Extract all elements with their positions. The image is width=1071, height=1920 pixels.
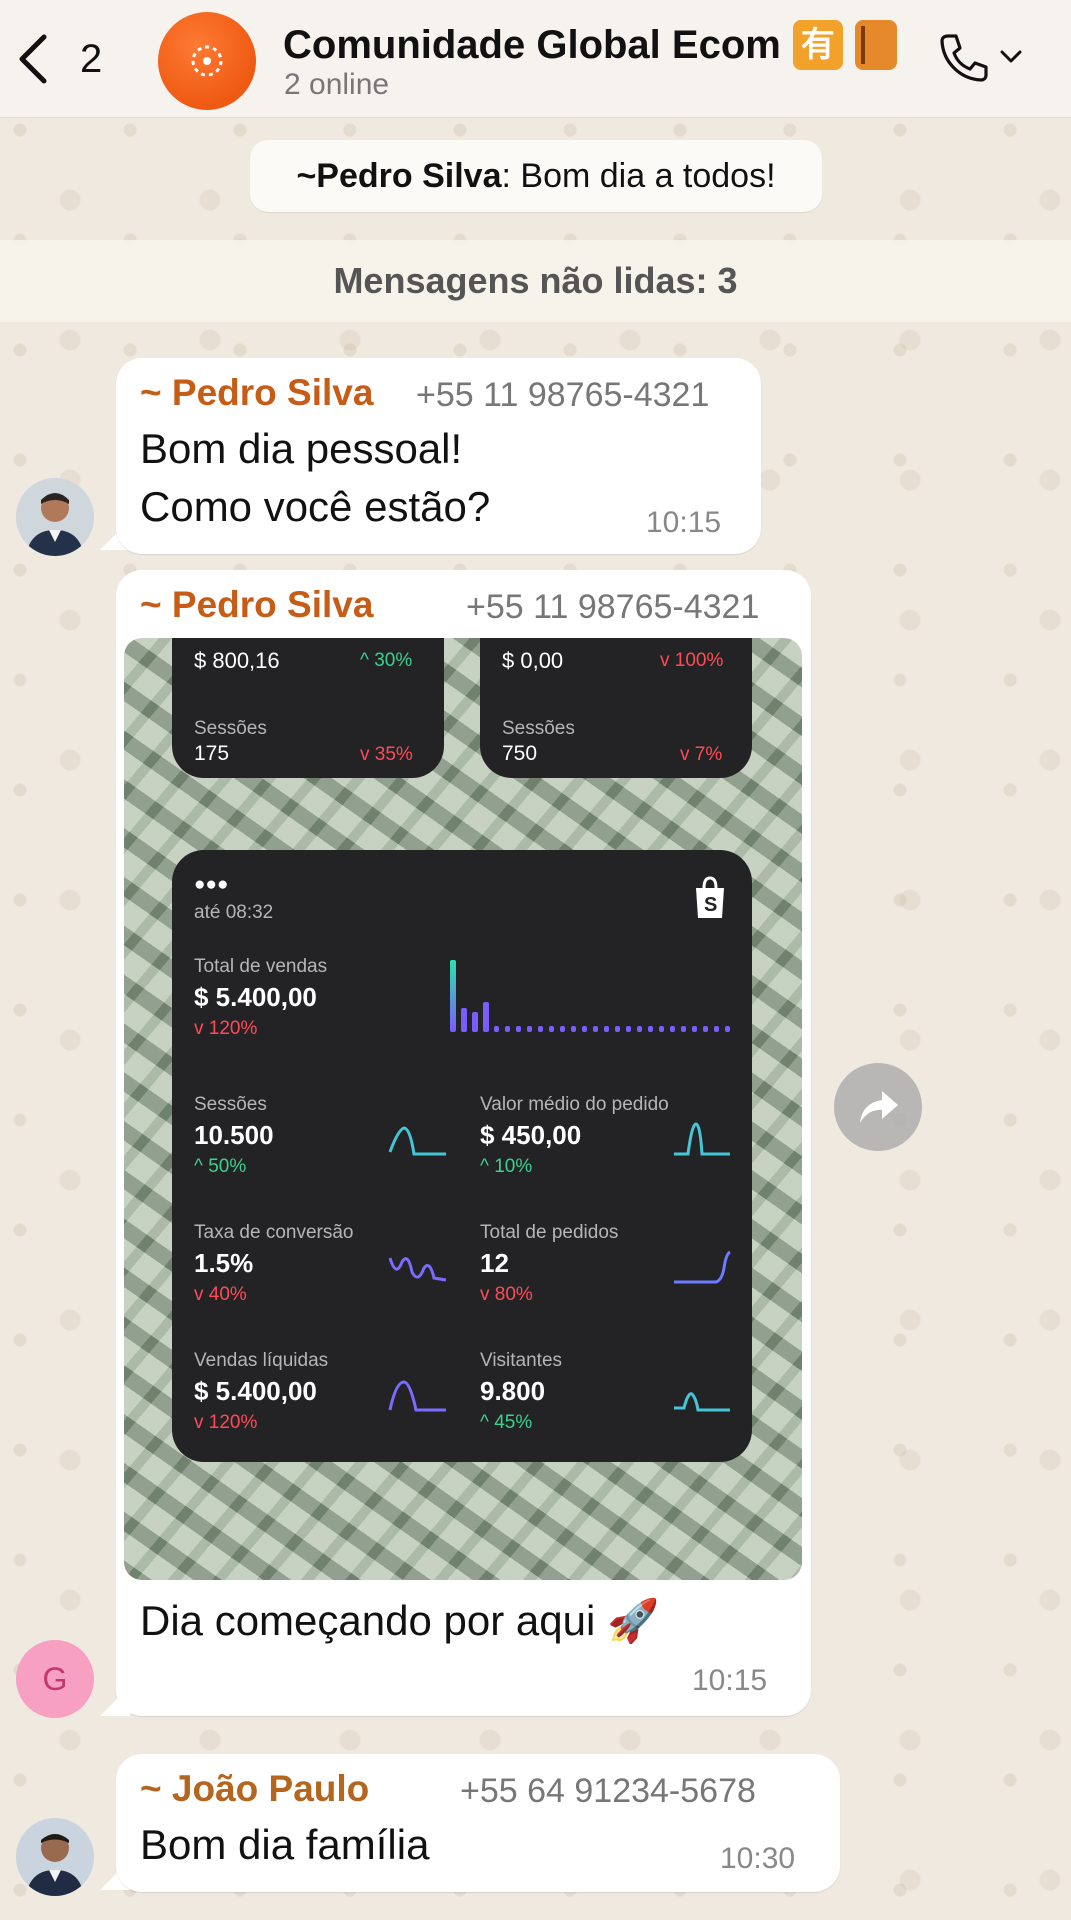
visitors-sparkline	[674, 1392, 730, 1412]
metric-value: 12	[480, 1248, 509, 1278]
metric-label: Total de pedidos	[480, 1222, 619, 1243]
sender-phone: +55 11 98765-4321	[416, 376, 710, 414]
metric-value: 10.500	[194, 1120, 274, 1150]
stats-card: $ 0,00 v 100% Sessões 750 v 7%	[480, 638, 752, 778]
book-emoji-icon	[854, 20, 897, 70]
phone-call-icon[interactable]	[934, 28, 994, 88]
sender-name[interactable]: ~ João Paulo	[140, 1768, 369, 1810]
person-photo-icon	[16, 478, 94, 556]
card-change: v 35%	[360, 744, 413, 765]
metric-label: Total de vendas	[194, 956, 328, 977]
dashboard-time: até 08:32	[194, 902, 274, 923]
sales-bar-chart	[450, 960, 730, 1032]
metric-label: Vendas líquidas	[194, 1350, 329, 1371]
stats-card: $ 800,16 ^ 30% Sessões 175 v 35%	[172, 638, 444, 778]
emoji-badge-icon: 有	[792, 20, 843, 70]
metric-label: Visitantes	[480, 1350, 563, 1371]
avatar[interactable]	[16, 478, 94, 556]
message-bubble[interactable]: ~ João Paulo +55 64 91234-5678 Bom dia f…	[116, 1754, 840, 1892]
metric-value: $ 450,00	[480, 1120, 582, 1150]
metric-value: $ 5.400,00	[194, 982, 317, 1012]
avg-order-sparkline	[674, 1122, 730, 1156]
online-status: 2 online	[284, 68, 390, 101]
sender-phone: +55 11 98765-4321	[466, 588, 760, 626]
message-text: Bom dia família	[140, 1821, 430, 1868]
metric-value: 1.5%	[194, 1248, 254, 1278]
sender-name[interactable]: ~ Pedro Silva	[140, 372, 373, 414]
sender-phone: +55 64 91234-5678	[460, 1772, 756, 1810]
net-sales-sparkline	[388, 1380, 446, 1412]
message-bubble[interactable]: ~ Pedro Silva +55 11 98765-4321 Bom dia …	[116, 358, 761, 554]
forward-button[interactable]	[834, 1063, 922, 1151]
metric-label: Valor médio do pedido	[480, 1094, 669, 1115]
svg-text:S: S	[704, 894, 717, 916]
chat-header: 2 Comunidade Global Ecom 有 2 online	[0, 0, 1071, 118]
shared-image[interactable]: $ 800,16 ^ 30% Sessões 175 v 35% $ 0,00 …	[124, 638, 802, 1580]
forward-arrow-icon	[860, 1091, 898, 1123]
metric-value: 9.800	[480, 1376, 546, 1406]
system-message-author: ~Pedro Silva	[296, 156, 502, 195]
back-button[interactable]: 2	[14, 28, 114, 90]
metric-change: v 40%	[194, 1284, 247, 1305]
system-message-text: : Bom dia a todos!	[501, 156, 776, 195]
metric-change: v 120%	[194, 1412, 258, 1433]
card-label: Sessões	[502, 718, 575, 739]
group-avatar[interactable]	[158, 12, 256, 110]
image-caption: Dia começando por aqui 🚀	[140, 1597, 660, 1644]
sessions-sparkline	[388, 1126, 446, 1156]
metric-change: v 80%	[480, 1284, 533, 1305]
conversion-sparkline	[388, 1257, 447, 1282]
chevron-down-icon[interactable]	[996, 42, 1026, 72]
card-value: 175	[194, 742, 230, 765]
card-change: ^ 30%	[360, 650, 413, 671]
group-name: Comunidade Global Ecom	[283, 22, 781, 67]
dashboard-card: ●●● até 08:32 S Total de vendas $ 5.400,…	[172, 850, 752, 1462]
unread-divider: Mensagens não lidas: 3	[0, 240, 1071, 322]
metric-label: Sessões	[194, 1094, 267, 1115]
system-message: ~Pedro Silva : Bom dia a todos!	[250, 140, 822, 212]
group-logo-icon	[191, 45, 223, 77]
metric-label: Taxa de conversão	[194, 1222, 354, 1243]
metric-change: ^ 10%	[480, 1156, 533, 1177]
metric-change: v 120%	[194, 1018, 258, 1039]
sender-name[interactable]: ~ Pedro Silva	[140, 584, 373, 626]
orders-sparkline	[674, 1250, 731, 1284]
message-time: 10:15	[692, 1664, 768, 1697]
chevron-left-icon	[19, 34, 47, 84]
card-value: 750	[502, 742, 538, 765]
card-change: v 7%	[680, 744, 723, 765]
message-text: Como você estão?	[140, 483, 491, 530]
status-indicator: ●●●	[194, 874, 229, 895]
card-label: Sessões	[194, 718, 267, 739]
message-time: 10:30	[720, 1842, 796, 1875]
metric-change: ^ 45%	[480, 1412, 533, 1433]
person-photo-icon	[16, 1818, 94, 1896]
avatar[interactable]	[16, 1818, 94, 1896]
unread-count: 2	[80, 36, 103, 81]
message-text: Bom dia pessoal!	[140, 425, 463, 472]
metric-value: $ 5.400,00	[194, 1376, 317, 1406]
shopify-bag-icon: S	[696, 876, 724, 918]
card-change: v 100%	[660, 650, 724, 671]
group-title[interactable]: Comunidade Global Ecom 有	[283, 20, 897, 70]
card-value: $ 800,16	[194, 648, 280, 673]
card-value: $ 0,00	[502, 648, 564, 673]
metric-change: ^ 50%	[194, 1156, 247, 1177]
avatar[interactable]: G	[16, 1640, 94, 1718]
message-time: 10:15	[646, 506, 722, 539]
